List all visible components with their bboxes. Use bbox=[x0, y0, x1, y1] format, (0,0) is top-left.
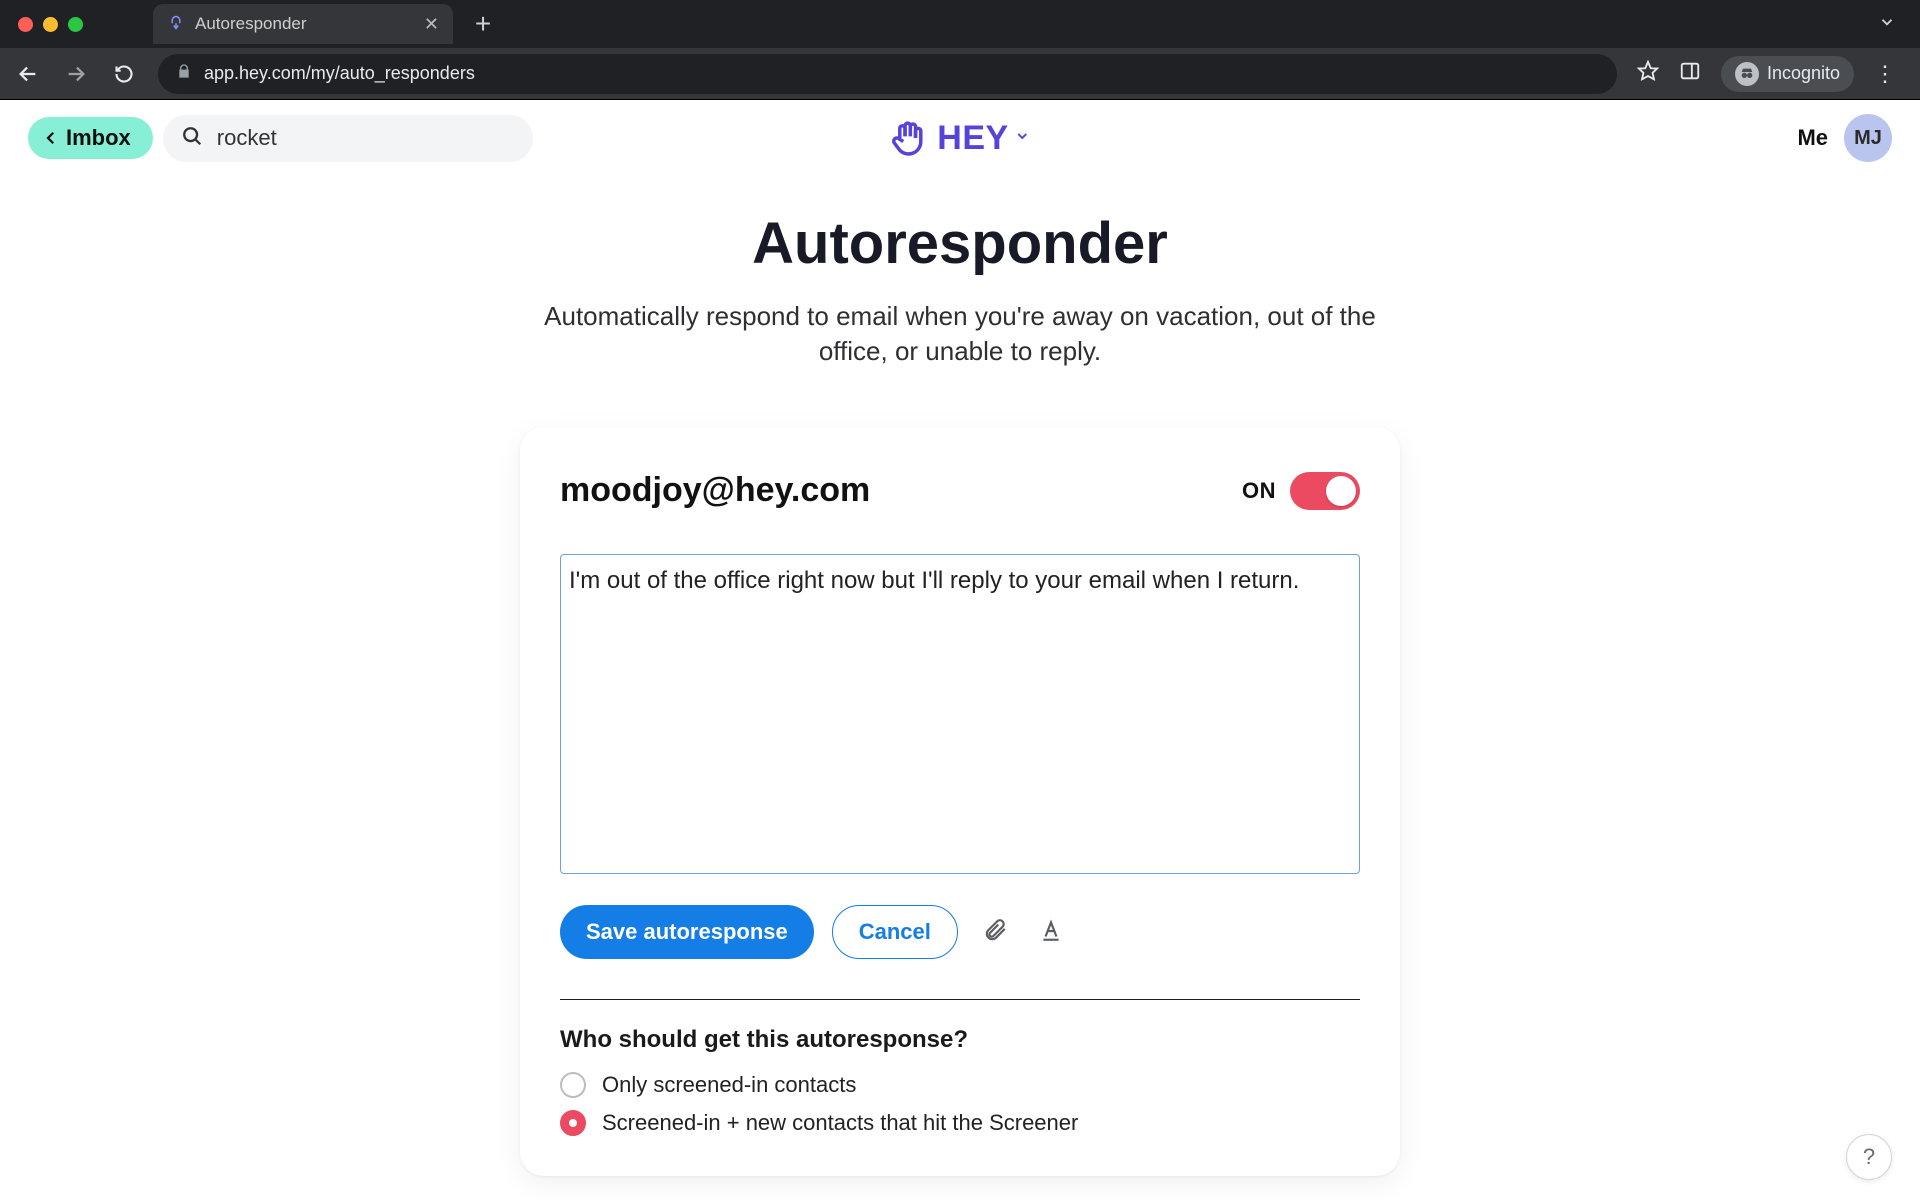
tab-favicon-icon bbox=[167, 15, 185, 33]
radio-label: Screened-in + new contacts that hit the … bbox=[602, 1110, 1078, 1136]
text-format-icon bbox=[1038, 917, 1064, 943]
toggle-knob bbox=[1326, 476, 1356, 506]
autoresponder-toggle[interactable] bbox=[1290, 472, 1360, 510]
help-button[interactable]: ? bbox=[1846, 1134, 1892, 1180]
search-input[interactable] bbox=[217, 125, 505, 151]
tabs-dropdown-button[interactable] bbox=[1878, 13, 1896, 36]
address-bar[interactable]: app.hey.com/my/auto_responders bbox=[158, 54, 1617, 94]
address-bar-url: app.hey.com/my/auto_responders bbox=[204, 63, 475, 84]
toggle-state-label: ON bbox=[1242, 478, 1276, 504]
logo-text: HEY bbox=[937, 119, 1008, 158]
attachment-button[interactable] bbox=[976, 911, 1014, 954]
card-header: moodjoy@hey.com ON bbox=[560, 471, 1360, 510]
save-button[interactable]: Save autoresponse bbox=[560, 905, 814, 959]
imbox-label: Imbox bbox=[66, 125, 131, 151]
page-subtitle: Automatically respond to email when you'… bbox=[520, 299, 1400, 369]
autoresponse-message-input[interactable] bbox=[560, 554, 1360, 874]
paperclip-icon bbox=[982, 917, 1008, 943]
chevron-left-icon bbox=[42, 129, 60, 147]
radio-icon bbox=[560, 1110, 586, 1136]
incognito-icon bbox=[1735, 62, 1759, 86]
page-title: Autoresponder bbox=[0, 210, 1920, 277]
panel-icon[interactable] bbox=[1679, 60, 1701, 87]
app-viewport: Imbox HEY Me MJ Autoresponder Automatica… bbox=[0, 100, 1920, 1200]
app-logo[interactable]: HEY bbox=[889, 117, 1030, 159]
recipients-option-screened-plus-new[interactable]: Screened-in + new contacts that hit the … bbox=[560, 1110, 1360, 1136]
nav-forward-button[interactable] bbox=[62, 63, 90, 85]
avatar[interactable]: MJ bbox=[1844, 114, 1892, 162]
bookmark-star-icon[interactable] bbox=[1637, 60, 1659, 87]
new-tab-button[interactable]: + bbox=[467, 10, 499, 38]
browser-toolbar: app.hey.com/my/auto_responders Incognito… bbox=[0, 48, 1920, 100]
help-icon: ? bbox=[1863, 1144, 1875, 1170]
logo-dropdown-icon[interactable] bbox=[1015, 128, 1031, 149]
tab-strip: Autoresponder ✕ + bbox=[0, 0, 1920, 48]
nav-reload-button[interactable] bbox=[110, 64, 138, 84]
recipients-option-screened-only[interactable]: Only screened-in contacts bbox=[560, 1072, 1360, 1098]
autoresponder-card: moodjoy@hey.com ON Save autoresponse Can… bbox=[520, 427, 1400, 1176]
me-label[interactable]: Me bbox=[1797, 125, 1828, 151]
avatar-initials: MJ bbox=[1854, 127, 1882, 150]
browser-menu-button[interactable]: ⋮ bbox=[1874, 61, 1898, 87]
browser-chrome: Autoresponder ✕ + app.hey.com/my/auto_re… bbox=[0, 0, 1920, 100]
toggle-group: ON bbox=[1242, 472, 1360, 510]
recipients-heading: Who should get this autoresponse? bbox=[560, 1026, 1360, 1054]
window-controls bbox=[18, 17, 83, 32]
imbox-button[interactable]: Imbox bbox=[28, 117, 153, 159]
cancel-button[interactable]: Cancel bbox=[832, 905, 958, 959]
hey-hand-icon bbox=[889, 117, 931, 159]
account-email: moodjoy@hey.com bbox=[560, 471, 870, 510]
lock-icon bbox=[176, 63, 192, 84]
app-header: Imbox HEY Me MJ bbox=[0, 100, 1920, 176]
tab-title: Autoresponder bbox=[195, 14, 414, 34]
search-icon bbox=[181, 125, 203, 152]
radio-label: Only screened-in contacts bbox=[602, 1072, 856, 1098]
divider bbox=[560, 999, 1360, 1000]
formatting-button[interactable] bbox=[1032, 911, 1070, 954]
tab-close-button[interactable]: ✕ bbox=[424, 15, 439, 33]
incognito-label: Incognito bbox=[1767, 63, 1840, 84]
nav-back-button[interactable] bbox=[14, 63, 42, 85]
search-field[interactable] bbox=[163, 115, 533, 162]
window-close-button[interactable] bbox=[18, 17, 33, 32]
browser-tab[interactable]: Autoresponder ✕ bbox=[153, 4, 453, 44]
account-area: Me MJ bbox=[1797, 114, 1892, 162]
window-minimize-button[interactable] bbox=[43, 17, 58, 32]
window-maximize-button[interactable] bbox=[68, 17, 83, 32]
action-row: Save autoresponse Cancel bbox=[560, 905, 1360, 959]
incognito-badge[interactable]: Incognito bbox=[1721, 56, 1854, 92]
radio-icon bbox=[560, 1072, 586, 1098]
